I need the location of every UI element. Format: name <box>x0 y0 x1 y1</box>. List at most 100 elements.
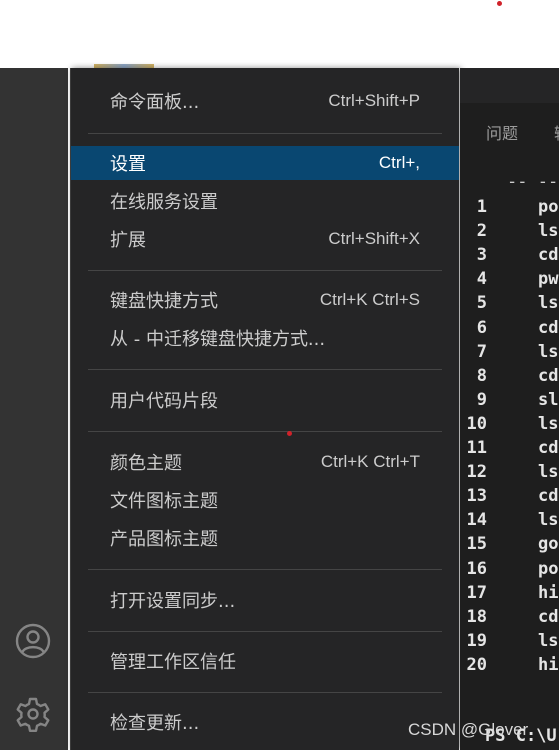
manage-menu: 命令面板... Ctrl+Shift+P 设置 Ctrl+, 在线服务设置 扩展… <box>70 68 459 750</box>
menu-item-product-icon-theme[interactable]: 产品图标主题 <box>71 521 459 555</box>
menu-item-shortcut: Ctrl+K Ctrl+T <box>320 452 420 471</box>
menu-item-label: 打开设置同步... <box>110 591 236 612</box>
menu-item-shortcut: Ctrl+Shift+X <box>328 229 420 248</box>
history-row: 10 ls <box>460 414 559 438</box>
history-row: 4 pw <box>460 269 559 293</box>
history-row: 3 cd <box>460 245 559 269</box>
red-dot-marker <box>497 1 502 6</box>
menu-separator <box>88 133 442 134</box>
menu-item-settings-sync[interactable]: 打开设置同步... <box>71 583 459 617</box>
history-number: 2 <box>476 221 487 242</box>
menu-item-label: 检查更新... <box>110 713 200 734</box>
menu-separator <box>88 431 442 432</box>
menu-item-online-services-settings[interactable]: 在线服务设置 <box>71 184 459 218</box>
history-number: 8 <box>476 365 487 386</box>
menu-item-manage-workspace-trust[interactable]: 管理工作区信任 <box>71 644 459 678</box>
history-number: 1 <box>476 197 487 217</box>
history-command: pw <box>538 269 559 290</box>
menu-item-keyboard-shortcuts[interactable]: 键盘快捷方式 Ctrl+K Ctrl+S <box>71 283 459 317</box>
history-row: 6 cd <box>460 318 559 342</box>
history-command: ls <box>538 341 559 362</box>
menu-item-label: 扩展 <box>110 230 146 251</box>
history-number: 10 <box>466 413 487 434</box>
menu-item-settings[interactable]: 设置 Ctrl+, <box>71 146 459 180</box>
history-command: po <box>538 558 559 579</box>
menu-item-label: 在线服务设置 <box>110 192 218 213</box>
history-command: sl <box>538 389 559 410</box>
history-number: 6 <box>476 317 487 338</box>
menu-separator <box>88 569 442 570</box>
history-row: 14 ls <box>460 510 559 534</box>
menu-item-shortcut: Ctrl+, <box>378 153 420 172</box>
history-number: 11 <box>466 438 487 458</box>
history-command: go <box>538 534 559 555</box>
menu-item-migrate-keyboard-shortcuts[interactable]: 从 - 中迁移键盘快捷方式... <box>71 321 459 355</box>
menu-item-label: 命令面板... <box>110 92 200 113</box>
history-row: 19 ls <box>460 631 559 655</box>
history-number: 18 <box>466 606 487 627</box>
history-command: ls <box>538 510 559 531</box>
terminal[interactable]: -- -- 1 po 2 ls 3 cd 4 pw 5 ls 6 cd 7 ls 8 cd 9 sl 10 ls 11 c… <box>460 160 559 750</box>
history-number: 16 <box>466 558 487 579</box>
history-command: ls <box>538 630 559 651</box>
menu-item-shortcut: Ctrl+Shift+P <box>328 91 420 110</box>
menu-item-extensions[interactable]: 扩展 Ctrl+Shift+X <box>71 222 459 256</box>
history-command: hi <box>538 654 559 675</box>
history-row: 11 cd <box>460 438 559 462</box>
menu-item-label: 用户代码片段 <box>110 391 218 412</box>
menu-item-label: 从 - 中迁移键盘快捷方式... <box>110 329 326 350</box>
tab-output[interactable]: 输 <box>554 120 559 144</box>
history-command: ls <box>538 221 559 242</box>
history-row: 16 po <box>460 559 559 583</box>
history-number: 9 <box>476 389 487 410</box>
history-number: 14 <box>466 510 487 531</box>
menu-item-label: 管理工作区信任 <box>110 652 236 673</box>
history-command: cd <box>538 317 559 338</box>
history-row: 5 ls <box>460 293 559 317</box>
history-number: 15 <box>466 534 487 555</box>
history-command: hi <box>538 582 559 603</box>
editor-header <box>460 68 559 103</box>
menu-item-user-snippets[interactable]: 用户代码片段 <box>71 383 459 417</box>
menu-separator <box>88 692 442 693</box>
activity-bar <box>0 68 68 750</box>
menu-item-shortcut: Ctrl+K Ctrl+S <box>319 290 420 309</box>
menu-item-check-for-updates[interactable]: 检查更新... <box>71 705 459 739</box>
account-icon[interactable] <box>13 621 53 661</box>
history-number: 5 <box>476 293 487 314</box>
history-command: cd <box>538 486 559 507</box>
menu-item-label: 键盘快捷方式 <box>110 291 218 312</box>
history-number: 7 <box>476 341 487 362</box>
menu-item-color-theme[interactable]: 颜色主题 Ctrl+K Ctrl+T <box>71 445 459 479</box>
menu-item-label: 设置 <box>110 154 146 175</box>
menu-separator <box>88 369 442 370</box>
history-row: 12 ls <box>460 462 559 486</box>
menu-item-command-palette[interactable]: 命令面板... Ctrl+Shift+P <box>71 84 459 118</box>
history-command: po <box>538 197 559 217</box>
history-number: 17 <box>466 582 487 603</box>
history-number: 20 <box>466 654 487 675</box>
menu-item-file-icon-theme[interactable]: 文件图标主题 <box>71 483 459 517</box>
watermark: CSDN @Glover <box>408 720 529 739</box>
history-number: 13 <box>466 486 487 507</box>
history-command: cd <box>538 606 559 627</box>
menu-separator <box>88 270 442 271</box>
history-row: 1 po <box>460 197 559 221</box>
history-number: 4 <box>476 269 487 290</box>
menu-separator <box>88 631 442 632</box>
tab-problems[interactable]: 问题 <box>486 120 518 144</box>
history-row: 9 sl <box>460 390 559 414</box>
history-number: 3 <box>476 245 487 266</box>
history-command: ls <box>538 293 559 314</box>
history-row: 20 hi <box>460 655 559 679</box>
menu-item-label: 文件图标主题 <box>110 491 218 512</box>
history-number: 12 <box>466 462 487 483</box>
history-row: 18 cd <box>460 607 559 631</box>
history-row: 13 cd <box>460 486 559 510</box>
panel-tabs: 问题 输 <box>460 103 559 155</box>
history-row: 17 hi <box>460 583 559 607</box>
gear-icon[interactable] <box>13 694 53 734</box>
history-row: 8 cd <box>460 366 559 390</box>
red-dot-marker <box>287 431 292 436</box>
history-command: cd <box>538 438 559 458</box>
